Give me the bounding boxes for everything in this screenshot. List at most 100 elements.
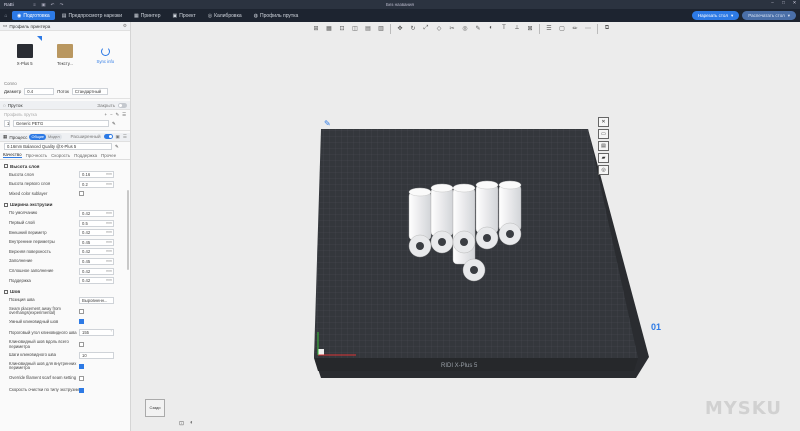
tab-filament[interactable]: ◍ Профиль прутка (249, 11, 304, 20)
tab-support[interactable]: Поддержка (74, 153, 97, 158)
edit-icon[interactable]: ✎ (116, 112, 120, 118)
scarf-inner-checkbox[interactable] (79, 363, 84, 369)
redo-icon[interactable]: ↷ (57, 2, 66, 8)
edit-icon[interactable]: ✎ (115, 144, 119, 150)
tab-project[interactable]: ▣ Проект (167, 11, 200, 20)
tab-quality[interactable]: Качество (3, 152, 22, 158)
navigation-cube[interactable]: Сзади (145, 399, 165, 417)
advanced-label: Расширенный (70, 134, 101, 139)
line-width-input[interactable]: 0.42 mm (79, 248, 114, 256)
advanced-toggle[interactable] (103, 134, 113, 139)
flow-select[interactable]: Стандартный (71, 88, 108, 95)
line-width-input[interactable]: 0.42 mm (79, 277, 114, 285)
printer-section-header: ▭ Профиль принтера ⚙ (0, 22, 130, 31)
edit-corner-icon (37, 36, 43, 41)
window-title: Без названия (386, 2, 414, 7)
seam-icon (4, 289, 8, 294)
svg-text:✎: ✎ (324, 119, 331, 128)
tab-strength[interactable]: Прочность (26, 153, 48, 158)
process-tabs: Качество Прочность Скорость Поддержка Пр… (0, 151, 130, 160)
printer-card[interactable]: X-Plus 5 (6, 35, 43, 75)
param-row: Высота первого слоя 0.2 mm (9, 180, 114, 188)
arrange-plate-icon[interactable]: ▭ (598, 129, 609, 139)
tab-prepare[interactable]: ◉ Подготовка (12, 11, 55, 20)
mixed-sublayer-checkbox[interactable] (79, 191, 84, 197)
scarf-angle-input[interactable]: 155 ° (79, 329, 114, 337)
fit-view-icon[interactable]: ⊡ (179, 420, 184, 427)
3d-viewport[interactable]: ⊞ ▦ ⊡ ◫ ▤ ▥ ✥ ↻ ⤢ ◇ ✂ ◎ ✎ ◐ T ⟂ ⊠ ☰ ▢ ✏ … (131, 22, 800, 431)
add-icon[interactable]: + (105, 112, 108, 118)
printer-name: X-Plus 5 (16, 61, 33, 66)
printer-cards: X-Plus 5 Тексту... Sync info (0, 31, 130, 79)
minimize-icon[interactable]: – (767, 0, 778, 6)
tab-speed[interactable]: Скорость (51, 153, 70, 158)
chevron-down-icon: ▾ (787, 13, 790, 18)
printer-thumbnail (16, 44, 33, 58)
seam-group: Шов (0, 288, 130, 296)
line-width-input[interactable]: 0.5 mm (79, 219, 114, 227)
nozzle-label: Сопло (4, 81, 17, 86)
slice-plate-button[interactable]: Нарезать стол ▾ (691, 11, 740, 20)
tab-label: Профиль прутка (260, 12, 299, 19)
line-width-input[interactable]: 0.42 mm (79, 267, 114, 275)
filament-close-toggle[interactable] (118, 102, 127, 108)
process-mode-switch[interactable]: Общие Модел (29, 134, 62, 140)
filament-select[interactable]: Generic PETG (13, 120, 109, 127)
seam-position-select[interactable]: Выровненн... (79, 296, 114, 304)
line-width-input[interactable]: 0.42 mm (79, 210, 114, 218)
nozzle-diameter-select[interactable]: 0.4 (24, 88, 55, 95)
tab-other[interactable]: Прочее (101, 153, 116, 158)
main-tab-bar: ⌂ ◉ Подготовка ▤ Предпросмотр нарезки ▦ … (0, 9, 800, 22)
undo-icon[interactable]: ↶ (48, 2, 57, 8)
line-width-input[interactable]: 0.45 mm (79, 258, 114, 266)
filament-profile-label: Профиль прутка (4, 112, 37, 117)
delete-plate-icon[interactable]: ✕ (598, 117, 609, 127)
menu-icon[interactable]: ≡ (30, 2, 39, 7)
home-menu-icon[interactable]: ⌂ (0, 13, 12, 19)
settings-sidebar: ▭ Профиль принтера ⚙ X-Plus 5 Тексту... … (0, 22, 131, 431)
first-layer-height-input[interactable]: 0.2 mm (79, 180, 114, 188)
plate-view-icon[interactable]: ◎ (598, 165, 609, 175)
remove-icon[interactable]: − (110, 112, 113, 118)
filament-slot-row: 1 Generic PETG ✎ (0, 119, 130, 128)
gear-icon[interactable]: ⚙ (123, 23, 127, 29)
tab-label: Проект (179, 12, 196, 19)
smart-scarf-checkbox[interactable] (79, 319, 84, 325)
list-icon[interactable]: ☰ (122, 112, 126, 118)
navcube-face[interactable]: Сзади (145, 399, 165, 417)
camera-icon[interactable]: ◐ (190, 420, 194, 427)
sync-info-button[interactable]: Sync info (87, 35, 124, 75)
close-icon[interactable]: ✕ (789, 0, 800, 6)
process-profile-select[interactable]: 0.16mm Balanced Quality @X-Plus 5 (4, 143, 112, 150)
scarf-whole-checkbox[interactable] (79, 342, 84, 348)
layer-height-input[interactable]: 0.16 mm (79, 171, 114, 179)
printer-icon: ▦ (134, 12, 139, 19)
print-plate-button[interactable]: Распечатать стол ▾ (742, 11, 796, 20)
seam-away-checkbox[interactable] (79, 308, 84, 314)
texture-card[interactable]: Тексту... (46, 35, 83, 75)
spool-icon: ◌ (3, 102, 6, 108)
process-section-header: ▦ Процесс Общие Модел Расширенный ▣ ☰ (0, 133, 130, 142)
tab-calibration[interactable]: ◎ Калибровка (203, 11, 247, 20)
line-width-input[interactable]: 0.45 mm (79, 238, 114, 246)
edit-icon[interactable]: ✎ (112, 121, 116, 127)
lock-plate-icon[interactable]: ▰ (598, 153, 609, 163)
line-width-input[interactable]: 0.42 mm (79, 229, 114, 237)
scarf-steps-input[interactable]: 10 (79, 352, 114, 360)
override-scarf-checkbox[interactable] (79, 375, 84, 381)
tab-preview[interactable]: ▤ Предпросмотр нарезки (57, 11, 127, 20)
tab-printer[interactable]: ▦ Принтер (129, 11, 165, 20)
plate-settings-icon[interactable]: ▤ (598, 141, 609, 151)
seg-model[interactable]: Модел (46, 134, 62, 140)
seg-general[interactable]: Общие (29, 134, 46, 140)
wipe-speed-checkbox[interactable] (79, 387, 84, 393)
maximize-icon[interactable]: □ (778, 0, 789, 6)
save-icon[interactable]: ▣ (39, 2, 48, 8)
layer-height-group: Высота слоя (0, 162, 130, 170)
list-icon[interactable]: ☰ (123, 134, 127, 140)
sidebar-scrollbar[interactable] (127, 190, 129, 270)
line-width-group: Ширина экструзии (0, 201, 130, 209)
save-icon[interactable]: ▣ (116, 134, 120, 140)
param-row: Высота слоя 0.16 mm (9, 171, 114, 179)
build-plate-scene: RIDI X-Plus 5 ✎ (314, 119, 649, 378)
